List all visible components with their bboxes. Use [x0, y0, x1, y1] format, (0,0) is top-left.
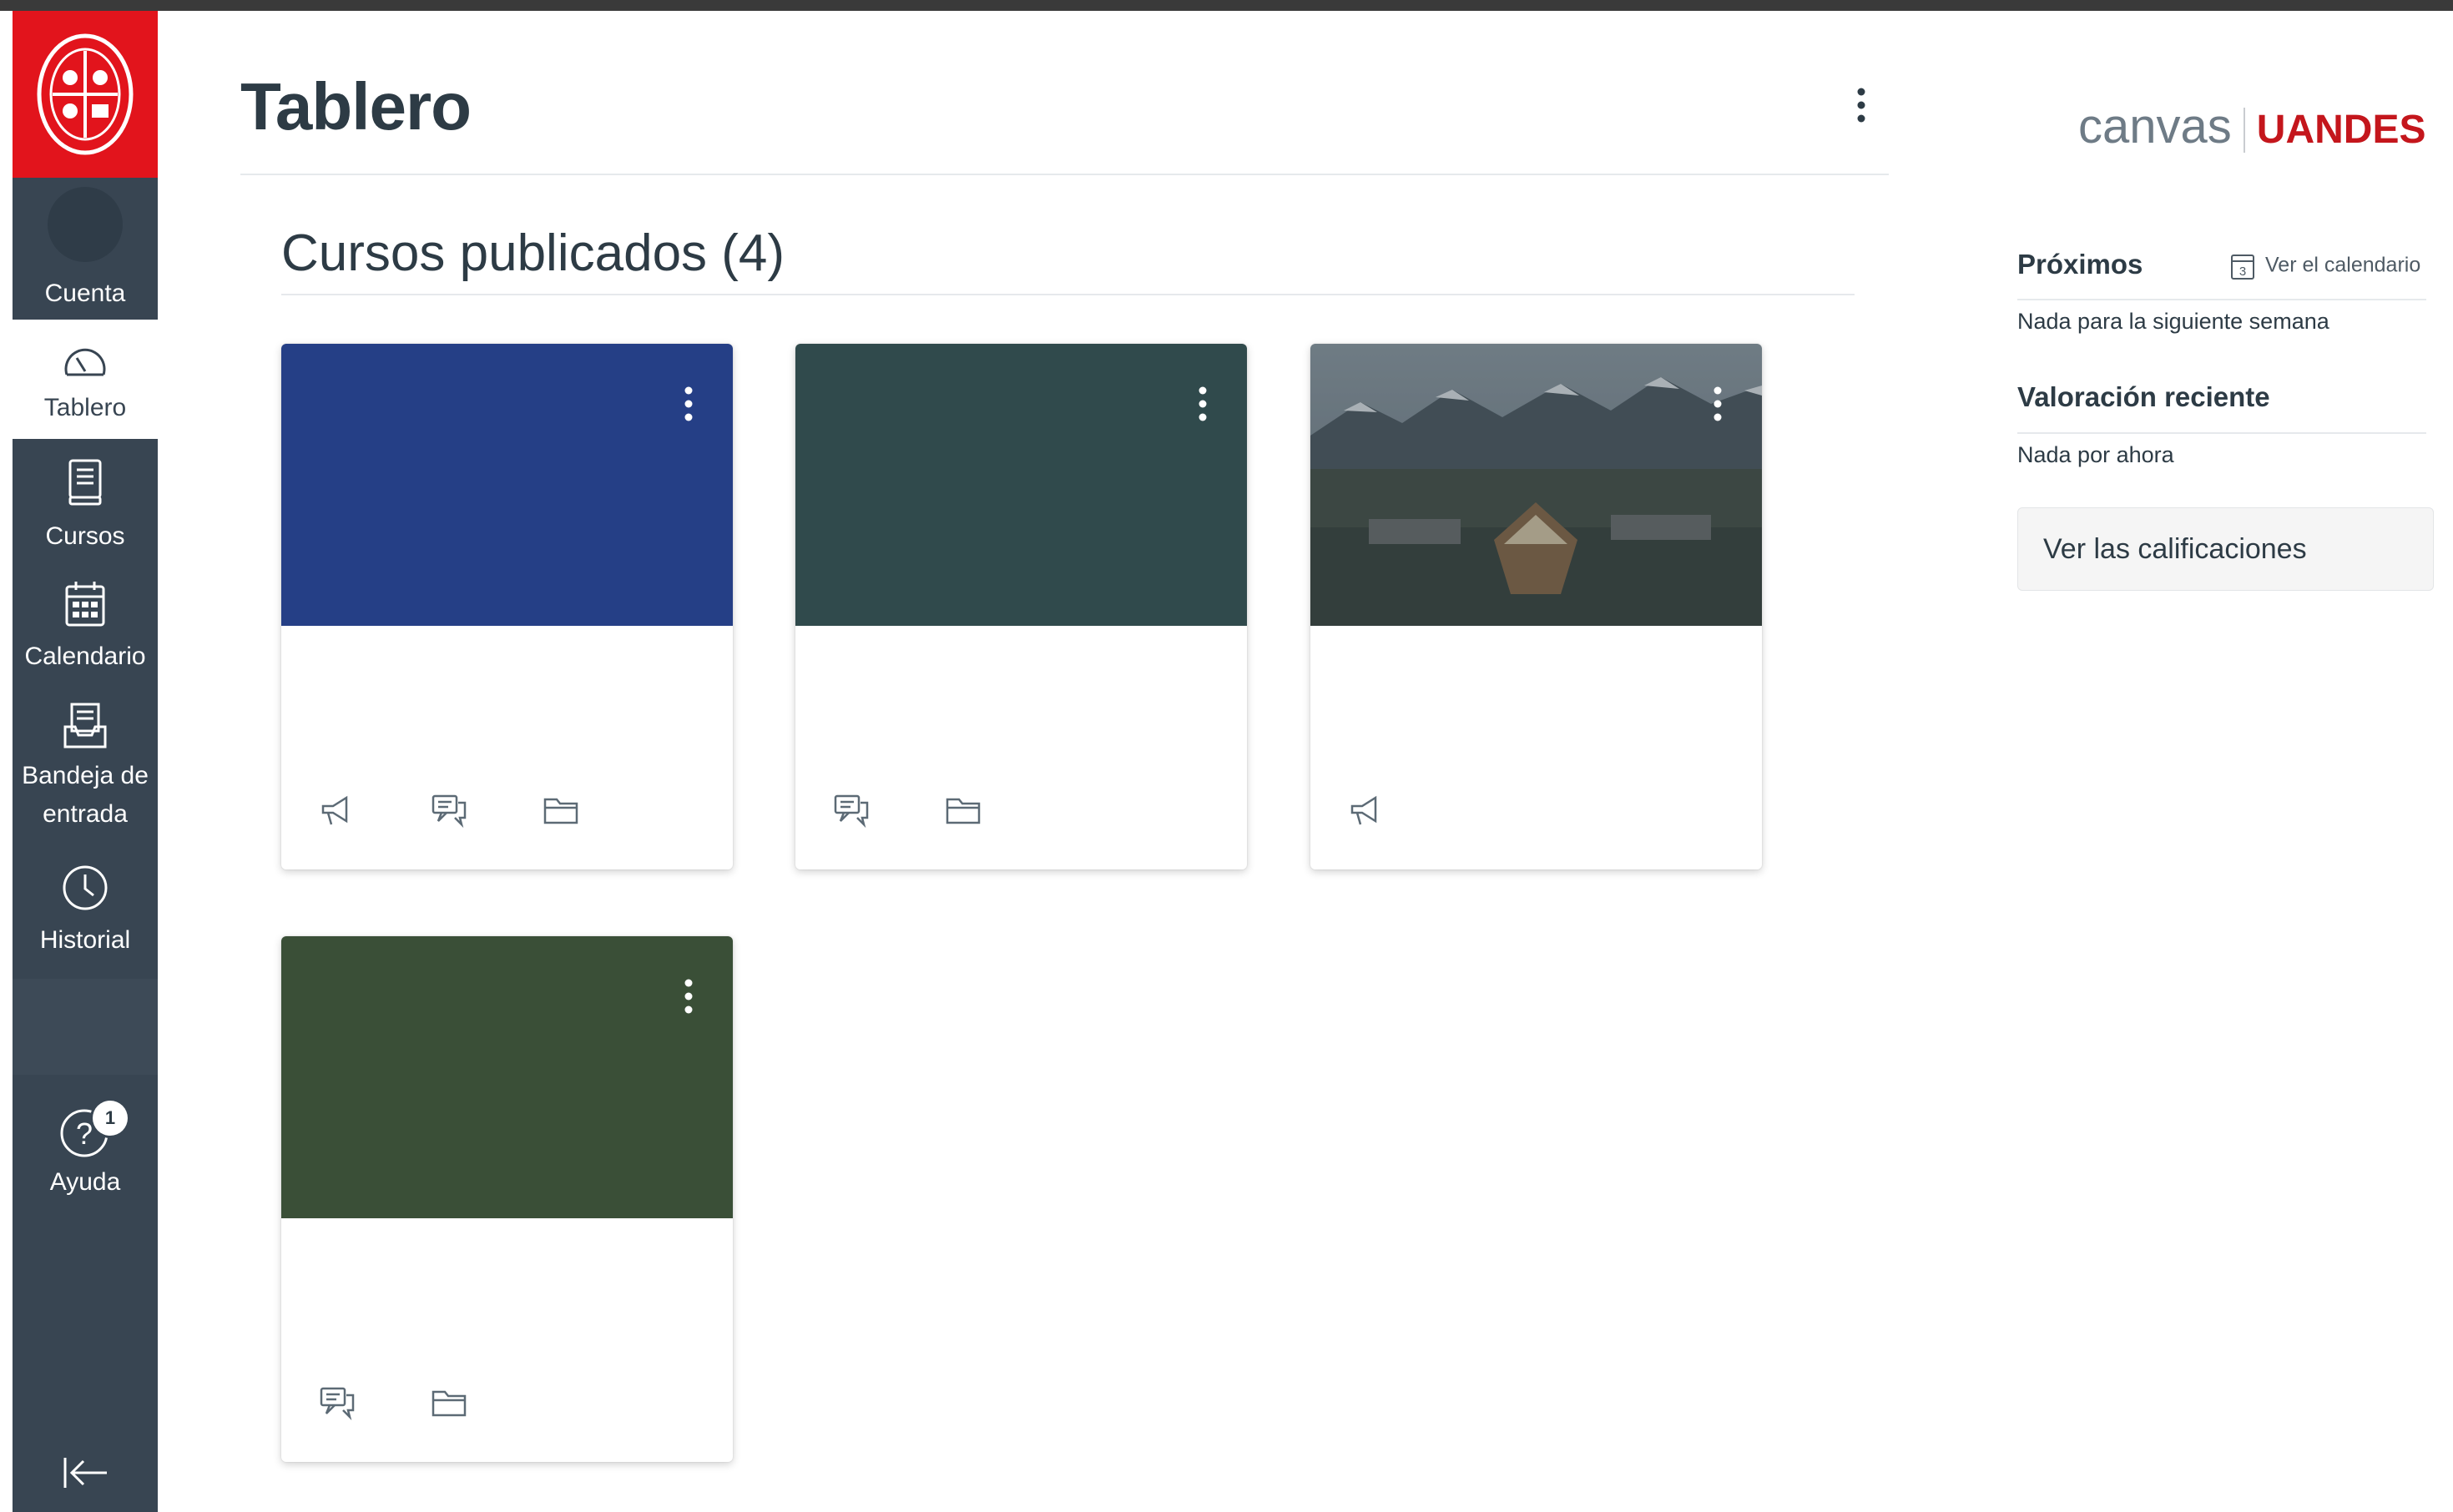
- nav-item-label: Bandeja de: [22, 762, 149, 789]
- calendar-small-icon: 3: [2231, 255, 2254, 280]
- nav-item-label: Tablero: [43, 394, 127, 421]
- upcoming-divider: [2017, 299, 2426, 300]
- brand-logo: canvas UANDES: [2078, 98, 2425, 154]
- announcements-button[interactable]: [318, 791, 365, 838]
- view-grades-button[interactable]: Ver las calificaciones: [2017, 507, 2434, 591]
- view-calendar-label: Ver el calendario: [2265, 253, 2421, 277]
- discussions-icon: [320, 1387, 355, 1421]
- course-card-options-button[interactable]: [1188, 382, 1218, 432]
- notification-badge: 1: [93, 1101, 128, 1136]
- course-card-options-button[interactable]: [1703, 382, 1733, 432]
- recent-grades-heading: Valoración reciente: [2017, 381, 2270, 412]
- university-seal-icon: [37, 33, 134, 155]
- course-card-options-button[interactable]: [674, 382, 704, 432]
- section-title: Cursos publicados (4): [281, 224, 785, 282]
- page-title: Tablero: [240, 69, 472, 144]
- calendar-day: 3: [2239, 265, 2246, 279]
- discussions-icon: [432, 794, 467, 829]
- files-icon: [543, 798, 578, 824]
- recent-empty-text: Nada por ahora: [2017, 442, 2174, 467]
- nav-item-calendar[interactable]: Calendario: [13, 572, 158, 688]
- course-card-options-button[interactable]: [674, 975, 704, 1025]
- nav-item-label: Historial: [39, 926, 131, 954]
- files-button[interactable]: [542, 791, 588, 838]
- course-card-hero[interactable]: [795, 344, 1247, 626]
- nav-spacer: [13, 979, 158, 1075]
- nav-item-courses[interactable]: Cursos: [13, 450, 158, 567]
- campus-aerial-photo: [1310, 344, 1762, 626]
- svg-text:?: ?: [76, 1116, 93, 1151]
- nav-item-label: Calendario: [24, 643, 146, 670]
- kebab-icon: [684, 386, 693, 421]
- nav-item-help[interactable]: ? 1 Ayuda: [13, 1096, 158, 1221]
- announcements-icon: [321, 795, 348, 825]
- files-icon: [432, 1390, 467, 1417]
- view-calendar-link[interactable]: 3 Ver el calendario: [2230, 252, 2420, 280]
- brand-canvas: canvas: [2078, 99, 2232, 154]
- course-card[interactable]: [281, 936, 733, 1462]
- collapse-nav-button[interactable]: [13, 1454, 158, 1504]
- global-navigation: Cuenta Tablero Cursos Calendario Bandeja…: [13, 11, 158, 1512]
- kebab-icon: [1857, 88, 1865, 123]
- upcoming-empty-text: Nada para la siguiente semana: [2017, 309, 2329, 334]
- course-card[interactable]: [281, 344, 733, 869]
- files-button[interactable]: [430, 1383, 477, 1430]
- files-icon: [946, 798, 981, 824]
- nav-item-label: Cursos: [45, 522, 125, 550]
- nav-item-inbox[interactable]: Bandeja de entrada: [13, 693, 158, 848]
- discussions-icon: [834, 794, 869, 829]
- course-card[interactable]: [795, 344, 1247, 869]
- kebab-icon: [1199, 386, 1207, 421]
- nav-item-history[interactable]: Historial: [13, 855, 158, 972]
- course-card-hero[interactable]: [281, 936, 733, 1218]
- files-button[interactable]: [944, 791, 991, 838]
- announcements-icon: [1350, 795, 1377, 825]
- upcoming-heading: Próximos: [2017, 249, 2143, 280]
- avatar-icon: [48, 187, 123, 262]
- courses-book-icon: [68, 459, 102, 506]
- header-divider: [240, 174, 1889, 175]
- university-logo[interactable]: [13, 11, 158, 178]
- announcements-button[interactable]: [1347, 791, 1394, 838]
- top-border: [0, 0, 2453, 11]
- discussions-button[interactable]: [832, 791, 879, 838]
- kebab-icon: [1714, 386, 1722, 421]
- discussions-button[interactable]: [430, 791, 477, 838]
- course-card[interactable]: [1310, 344, 1762, 869]
- kebab-icon: [684, 979, 693, 1014]
- nav-item-label: Ayuda: [49, 1168, 121, 1196]
- nav-item-label: Cuenta: [44, 280, 126, 307]
- recent-divider: [2017, 432, 2426, 434]
- collapse-arrow-icon: [63, 1458, 107, 1488]
- course-card-hero[interactable]: [1310, 344, 1762, 626]
- inbox-icon: [63, 703, 107, 748]
- nav-item-label-line2: entrada: [43, 800, 128, 828]
- course-card-hero[interactable]: [281, 344, 733, 626]
- calendar-icon: [65, 582, 105, 627]
- clock-icon: [63, 865, 108, 910]
- section-divider: [281, 294, 1855, 295]
- discussions-button[interactable]: [318, 1383, 365, 1430]
- nav-item-dashboard[interactable]: Tablero: [13, 320, 158, 439]
- dashboard-options-button[interactable]: [1845, 83, 1878, 134]
- dashboard-gauge-icon: [64, 348, 106, 376]
- brand-uandes: UANDES: [2256, 108, 2426, 152]
- nav-item-account[interactable]: Cuenta: [13, 182, 158, 320]
